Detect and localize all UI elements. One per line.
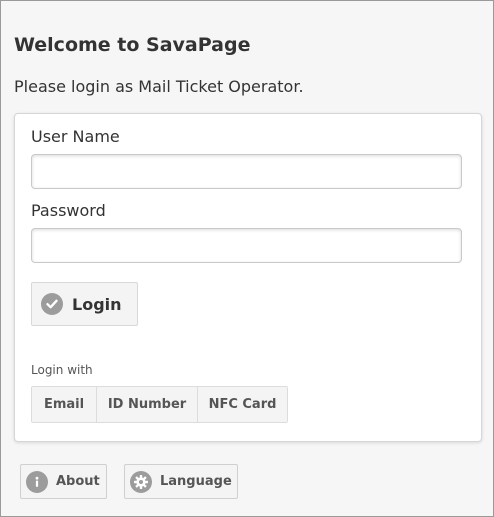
username-input[interactable]: [31, 154, 462, 189]
login-with-label: Login with: [31, 363, 93, 377]
password-input[interactable]: [31, 228, 462, 263]
login-method-email[interactable]: Email: [32, 387, 97, 422]
login-method-group: Email ID Number NFC Card: [31, 386, 288, 423]
login-button-label: Login: [72, 294, 122, 314]
login-button[interactable]: Login: [31, 282, 138, 326]
login-page: Welcome to SavaPage Please login as Mail…: [0, 0, 494, 517]
login-method-nfc-card[interactable]: NFC Card: [198, 387, 288, 422]
password-label: Password: [31, 201, 106, 220]
language-button[interactable]: Language: [124, 464, 238, 499]
language-button-label: Language: [160, 474, 232, 489]
gear-icon: [130, 470, 152, 493]
about-button[interactable]: About: [20, 464, 107, 499]
check-icon: [41, 293, 63, 315]
page-title: Welcome to SavaPage: [14, 34, 251, 56]
username-label: User Name: [31, 127, 120, 146]
about-button-label: About: [56, 474, 100, 489]
login-card: User Name Password Login Login with Emai…: [14, 113, 482, 442]
login-method-id-number[interactable]: ID Number: [97, 387, 198, 422]
info-icon: [26, 470, 48, 493]
page-subtitle: Please login as Mail Ticket Operator.: [14, 77, 304, 96]
